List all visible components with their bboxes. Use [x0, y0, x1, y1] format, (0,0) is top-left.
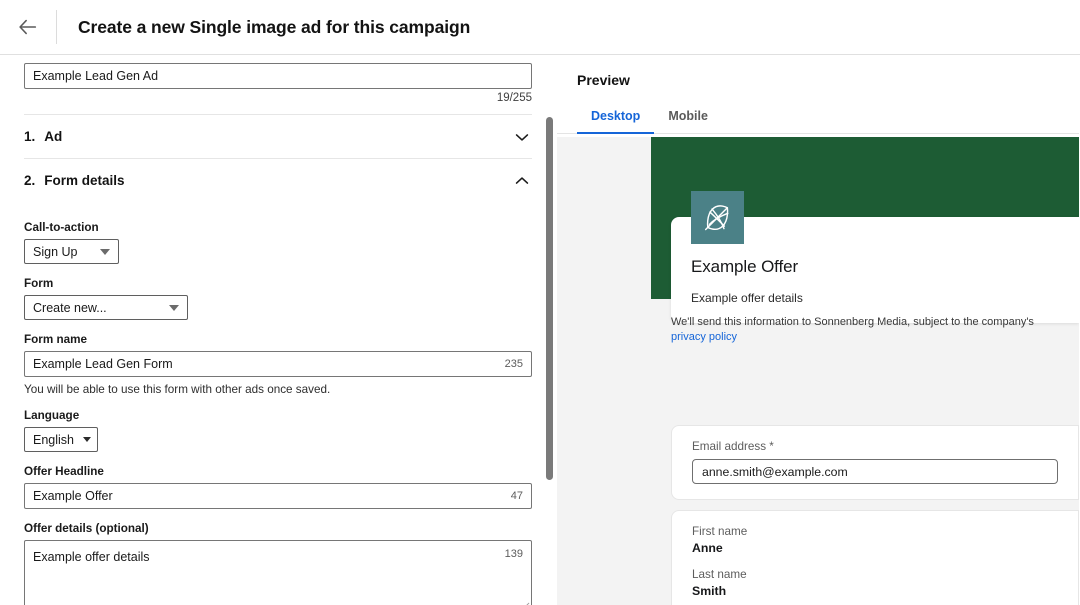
chevron-down-icon — [100, 248, 110, 255]
section-form-details-title: Form details — [44, 173, 125, 188]
offer-headline-label: Offer Headline — [24, 465, 104, 478]
form-name-label: Form name — [24, 333, 87, 346]
email-field-value: anne.smith@example.com — [702, 464, 848, 479]
ad-name-input[interactable]: Example Lead Gen Ad — [24, 63, 532, 89]
form-panel: Example Lead Gen Ad 19/255 1. Ad 2. Form… — [0, 55, 557, 605]
scrollbar-thumb[interactable] — [546, 117, 553, 480]
preview-email-field-card: Email address * anne.smith@example.com — [671, 425, 1079, 500]
first-name-label: First name — [692, 525, 748, 538]
privacy-note-text: We'll send this information to Sonnenber… — [671, 316, 1034, 328]
first-name-value: Anne — [692, 541, 723, 555]
form-select[interactable]: Create new... — [24, 295, 188, 320]
offer-card: Example Offer Example offer details — [671, 191, 1079, 323]
workspace: Example Lead Gen Ad 19/255 1. Ad 2. Form… — [0, 55, 1080, 605]
offer-subtitle: Example offer details — [691, 291, 803, 305]
chevron-down-icon[interactable] — [512, 127, 532, 147]
last-name-label: Last name — [692, 568, 747, 581]
section-header-ad[interactable]: 1. Ad — [24, 114, 532, 158]
leaf-globe-logo-icon — [704, 204, 728, 230]
preview-heading: Preview — [577, 72, 630, 88]
section-ad-label: 1. Ad — [24, 129, 62, 144]
offer-details-value: Example offer details — [33, 550, 150, 564]
form-name-counter: 235 — [504, 358, 523, 370]
preview-tabs: Desktop Mobile — [557, 103, 1079, 134]
section-header-form-details[interactable]: 2. Form details — [24, 158, 532, 202]
ad-name-field-group: Example Lead Gen Ad 19/255 — [24, 55, 533, 104]
form-select-label: Form — [24, 277, 54, 290]
email-field-label: Email address * — [692, 440, 774, 453]
tab-desktop[interactable]: Desktop — [577, 103, 655, 134]
ad-name-value: Example Lead Gen Ad — [33, 69, 159, 83]
chevron-down-icon — [169, 304, 179, 311]
section-ad-title: Ad — [44, 129, 63, 144]
page-title: Create a new Single image ad for this ca… — [78, 16, 471, 37]
preview-stage: Example Offer Example offer details We'l… — [557, 137, 1079, 605]
call-to-action-label: Call-to-action — [24, 221, 99, 234]
call-to-action-value: Sign Up — [33, 244, 78, 259]
chevron-up-icon[interactable] — [512, 171, 532, 191]
language-label: Language — [24, 409, 80, 422]
ad-name-counter: 19/255 — [496, 92, 532, 104]
email-field-input[interactable]: anne.smith@example.com — [692, 459, 1058, 484]
preview-panel: Preview Desktop Mobile Example Offer Exa… — [557, 55, 1079, 605]
top-bar: Create a new Single image ad for this ca… — [0, 0, 1080, 55]
section-form-details-number: 2. — [24, 173, 36, 188]
offer-details-counter: 139 — [504, 548, 523, 560]
form-details-body: Call-to-action Sign Up Form Create new..… — [24, 202, 532, 605]
last-name-value: Smith — [692, 584, 727, 598]
preview-name-fields-card: First name Anne Last name Smith — [671, 510, 1079, 605]
language-select[interactable]: English — [24, 427, 98, 452]
privacy-policy-link[interactable]: privacy policy — [671, 331, 737, 343]
form-name-value: Example Lead Gen Form — [33, 357, 173, 371]
form-name-input[interactable]: Example Lead Gen Form 235 — [24, 351, 532, 377]
offer-details-textarea[interactable]: Example offer details 139 — [24, 540, 532, 605]
form-panel-content: Example Lead Gen Ad 19/255 1. Ad 2. Form… — [0, 55, 557, 605]
form-name-helper-text: You will be able to use this form with o… — [24, 383, 331, 396]
privacy-note: We'll send this information to Sonnenber… — [671, 315, 1063, 345]
chevron-down-icon — [83, 437, 91, 442]
arrow-left-icon — [19, 19, 37, 35]
tab-mobile[interactable]: Mobile — [654, 103, 722, 134]
section-ad-number: 1. — [24, 129, 36, 144]
brand-logo — [691, 191, 744, 244]
back-button[interactable] — [0, 0, 56, 55]
section-form-details-label: 2. Form details — [24, 173, 125, 188]
call-to-action-select[interactable]: Sign Up — [24, 239, 119, 264]
language-value: English — [33, 432, 74, 447]
offer-headline-input[interactable]: Example Offer 47 — [24, 483, 532, 509]
offer-details-label: Offer details (optional) — [24, 522, 149, 535]
offer-headline-value: Example Offer — [33, 489, 113, 503]
form-panel-scrollbar[interactable] — [544, 55, 555, 605]
offer-headline-counter: 47 — [510, 490, 523, 502]
form-select-value: Create new... — [33, 300, 107, 315]
toolbar-divider — [56, 10, 57, 44]
